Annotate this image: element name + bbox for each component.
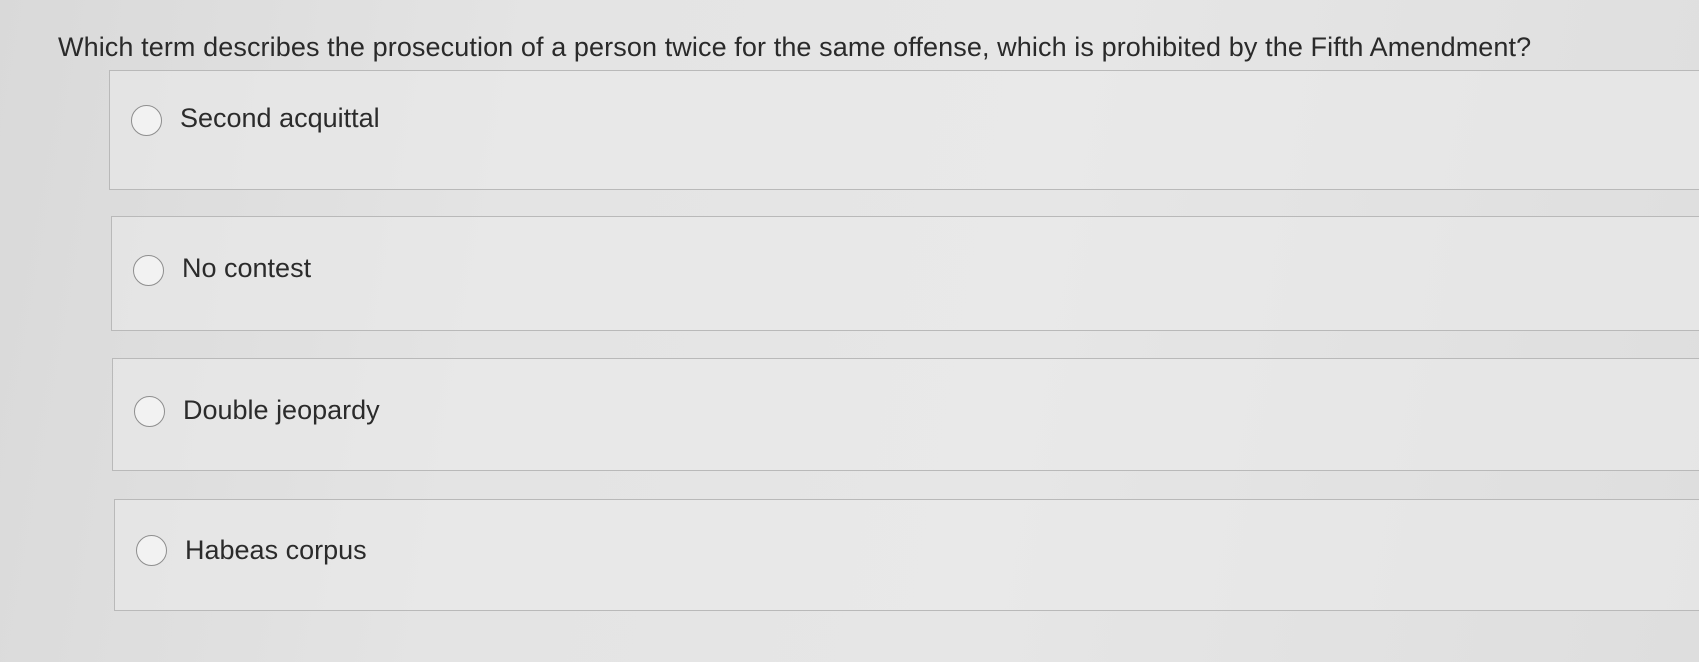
radio-button[interactable] <box>136 535 167 566</box>
radio-button[interactable] <box>134 396 165 427</box>
answer-option-double-jeopardy[interactable]: Double jeopardy <box>112 358 1699 471</box>
answer-option-label: Second acquittal <box>180 103 380 133</box>
radio-button[interactable] <box>131 105 162 136</box>
answer-option-label: No contest <box>182 253 312 283</box>
answer-options: Second acquittal No contest Double jeopa… <box>0 0 1699 662</box>
answer-option-label: Double jeopardy <box>183 395 380 425</box>
radio-button[interactable] <box>133 255 164 286</box>
answer-option-no-contest[interactable]: No contest <box>111 216 1699 331</box>
answer-option-habeas-corpus[interactable]: Habeas corpus <box>114 499 1699 611</box>
answer-option-second-acquittal[interactable]: Second acquittal <box>109 70 1699 190</box>
answer-option-label: Habeas corpus <box>185 535 367 565</box>
